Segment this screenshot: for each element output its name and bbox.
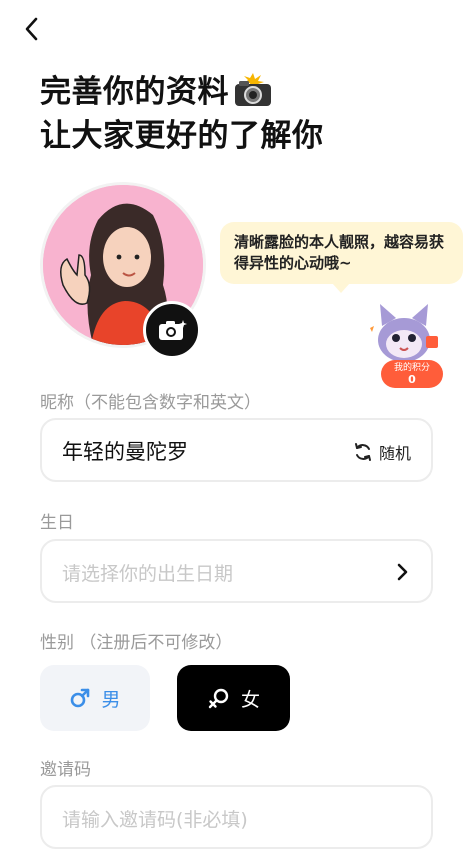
invite-code-field[interactable]: 请输入邀请码(非必填) <box>40 785 433 849</box>
birthday-placeholder: 请选择你的出生日期 <box>62 563 234 585</box>
camera-flash-icon <box>233 72 273 108</box>
birthday-field[interactable]: 请选择你的出生日期 <box>40 539 433 603</box>
random-label: 随机 <box>378 444 411 463</box>
random-nickname-button[interactable]: 随机 <box>353 440 411 464</box>
gender-title: 性别 <box>40 633 74 653</box>
camera-icon <box>159 320 187 340</box>
title-line-1: 完善你的资料 <box>40 74 229 110</box>
nickname-label: 昵称（不能包含数字和英文） <box>40 393 261 413</box>
gender-female-label: 女 <box>240 688 260 711</box>
gender-female-button[interactable]: 女 <box>177 665 290 731</box>
page-title: 完善你的资料 让大家更好的了解你 <box>40 70 324 158</box>
points-value: 0 <box>408 373 416 386</box>
female-symbol-icon <box>208 688 229 709</box>
nickname-field[interactable]: 年轻的曼陀罗 随机 <box>40 418 433 482</box>
invite-placeholder: 请输入邀请码(非必填) <box>62 809 248 831</box>
birthday-label: 生日 <box>40 513 74 533</box>
back-button[interactable] <box>18 14 48 44</box>
title-line-2: 让大家更好的了解你 <box>40 118 324 154</box>
gender-male-label: 男 <box>101 688 121 711</box>
invite-label: 邀请码 <box>40 760 91 780</box>
chevron-left-icon <box>25 17 38 41</box>
gender-male-button[interactable]: 男 <box>40 665 150 731</box>
avatar-tip-bubble: 清晰露脸的本人靓照，越容易获得异性的心动哦~ <box>220 222 463 293</box>
male-symbol-icon <box>71 688 90 708</box>
gender-label: 性别 （注册后不可修改） <box>40 628 232 653</box>
gender-note: （注册后不可修改） <box>79 633 233 653</box>
avatar-tip-text: 清晰露脸的本人靓照，越容易获得异性的心动哦~ <box>234 233 445 272</box>
nickname-value: 年轻的曼陀罗 <box>62 440 188 464</box>
refresh-icon <box>354 443 371 461</box>
chevron-right-icon <box>397 563 408 581</box>
points-badge[interactable]: 我的积分 0 <box>381 360 443 388</box>
avatar-camera-button[interactable] <box>143 301 201 359</box>
